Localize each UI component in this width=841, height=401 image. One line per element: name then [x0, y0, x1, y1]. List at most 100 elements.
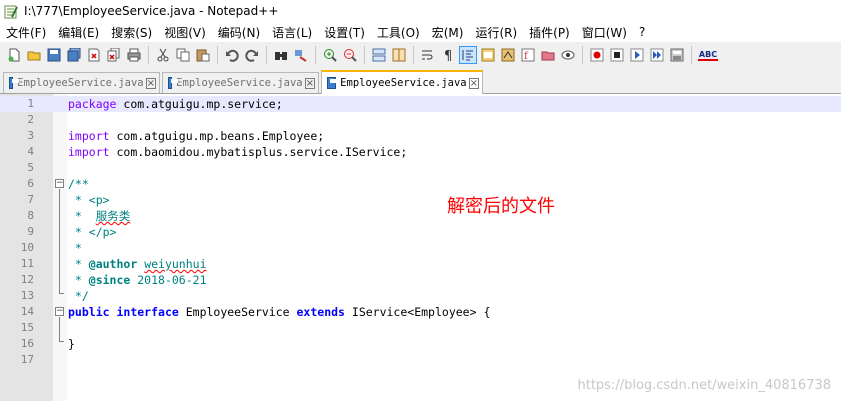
javadoc-author-tag: @author	[88, 257, 138, 271]
line-number: 16	[20, 337, 34, 350]
save-icon[interactable]	[46, 47, 62, 63]
comment-prefix: *	[68, 225, 89, 239]
stop-record-icon[interactable]	[609, 47, 625, 63]
line-number: 7	[27, 193, 34, 206]
redo-icon[interactable]	[244, 47, 260, 63]
toolbar-separator	[413, 46, 414, 64]
line-number: 13	[20, 289, 34, 302]
tab-label: EmployeeService.java	[17, 77, 144, 89]
zoom-in-icon[interactable]	[322, 47, 338, 63]
spell-check-icon[interactable]: ABC	[697, 47, 719, 63]
editor-line: 6 − /**	[0, 176, 841, 192]
tab-close-icon[interactable]: ×	[468, 77, 479, 89]
close-all-icon[interactable]	[106, 47, 122, 63]
tab-employeeservice-3-active[interactable]: EmployeeService.java ×	[321, 70, 483, 94]
open-file-icon[interactable]	[26, 47, 42, 63]
line-number: 4	[27, 145, 34, 158]
menu-encoding[interactable]: 编码(N)	[212, 24, 266, 41]
title-bar: I:\777\EmployeeService.java - Notepad++	[0, 0, 841, 22]
line-number: 15	[20, 321, 34, 334]
find-icon[interactable]	[273, 47, 289, 63]
tab-employeeservice-2[interactable]: EmployeeService.java ×	[162, 72, 319, 93]
show-all-chars-icon[interactable]: ¶	[440, 47, 456, 63]
new-file-icon[interactable]	[6, 47, 22, 63]
line-number: 6	[27, 177, 34, 190]
function-list-icon[interactable]: f	[520, 47, 536, 63]
record-macro-icon[interactable]	[589, 47, 605, 63]
keyword-package: package	[68, 97, 117, 111]
menu-window[interactable]: 窗口(W)	[576, 24, 633, 41]
menu-macro[interactable]: 宏(M)	[426, 24, 470, 41]
decrypted-file-annotation: 解密后的文件	[447, 196, 555, 217]
menu-settings[interactable]: 设置(T)	[318, 24, 371, 41]
sync-horizontal-icon[interactable]	[391, 47, 407, 63]
copy-icon[interactable]	[175, 47, 191, 63]
play-macro-icon[interactable]	[629, 47, 645, 63]
editor-line: 14 − public interface EmployeeService ex…	[0, 304, 841, 320]
toolbar-separator	[315, 46, 316, 64]
keyword-import: import	[68, 129, 110, 143]
tab-employeeservice-1[interactable]: EmployeeService.java ×	[3, 72, 160, 93]
editor-line: 5	[0, 160, 841, 176]
html-tag: <p>	[88, 193, 110, 207]
saved-file-icon	[327, 77, 338, 89]
menu-help[interactable]: ?	[633, 25, 651, 39]
menu-language[interactable]: 语言(L)	[266, 24, 318, 41]
saved-file-icon	[168, 77, 179, 89]
menu-run[interactable]: 运行(R)	[469, 24, 523, 41]
code-line: *	[68, 241, 82, 255]
monitor-icon[interactable]	[560, 47, 576, 63]
replace-icon[interactable]	[293, 47, 309, 63]
fold-collapse-icon[interactable]: −	[55, 307, 64, 316]
comment-prefix: *	[68, 209, 96, 223]
doc-map-icon[interactable]	[500, 47, 516, 63]
comment-prefix: *	[68, 193, 89, 207]
save-macro-icon[interactable]	[669, 47, 685, 63]
html-tag: </p>	[88, 225, 117, 239]
window-title: I:\777\EmployeeService.java - Notepad++	[24, 4, 279, 18]
tab-label: EmployeeService.java	[340, 77, 467, 89]
comment-description: 服务类	[95, 209, 131, 223]
udl-icon[interactable]	[480, 47, 496, 63]
interface-name: EmployeeService	[178, 305, 297, 319]
menu-tools[interactable]: 工具(O)	[371, 24, 426, 41]
menu-bar: 文件(F) 编辑(E) 搜索(S) 视图(V) 编码(N) 语言(L) 设置(T…	[0, 22, 841, 42]
code-line: }	[68, 337, 75, 351]
spell-check-label: ABC	[697, 49, 719, 61]
toolbar-separator	[266, 46, 267, 64]
toolbar-separator	[691, 46, 692, 64]
menu-plugins[interactable]: 插件(P)	[523, 24, 576, 41]
sync-vertical-icon[interactable]	[371, 47, 387, 63]
tab-close-icon[interactable]: ×	[304, 77, 315, 89]
editor-line: 1 package com.atguigu.mp.service;	[0, 96, 841, 112]
menu-search[interactable]: 搜索(S)	[105, 24, 158, 41]
line-number: 1	[27, 97, 34, 110]
line-number: 17	[20, 353, 34, 366]
code-line: * </p>	[68, 224, 117, 240]
run-macro-multiple-icon[interactable]	[649, 47, 665, 63]
editor-line: 11 * @author weiyunhui	[0, 256, 841, 272]
close-icon[interactable]	[86, 47, 102, 63]
comment-prefix: *	[68, 257, 89, 271]
editor-line: 16 }	[0, 336, 841, 352]
paste-icon[interactable]	[195, 47, 211, 63]
code-editor[interactable]: 1 package com.atguigu.mp.service; 2 3 im…	[0, 94, 841, 401]
print-icon[interactable]	[126, 47, 142, 63]
line-number: 11	[20, 257, 34, 270]
menu-file[interactable]: 文件(F)	[0, 24, 52, 41]
editor-line: 12 * @since 2018-06-21	[0, 272, 841, 288]
line-number: 14	[20, 305, 34, 318]
menu-view[interactable]: 视图(V)	[158, 24, 212, 41]
menu-edit[interactable]: 编辑(E)	[52, 24, 105, 41]
indent-guide-icon[interactable]	[459, 46, 477, 64]
word-wrap-icon[interactable]	[420, 47, 436, 63]
cut-icon[interactable]	[155, 47, 171, 63]
tab-close-icon[interactable]: ×	[145, 77, 156, 89]
undo-icon[interactable]	[224, 47, 240, 63]
fold-collapse-icon[interactable]: −	[55, 179, 64, 188]
save-all-icon[interactable]	[66, 47, 82, 63]
zoom-out-icon[interactable]	[342, 47, 358, 63]
comment-prefix: *	[68, 273, 89, 287]
line-number: 9	[27, 225, 34, 238]
folder-workspace-icon[interactable]	[540, 47, 556, 63]
